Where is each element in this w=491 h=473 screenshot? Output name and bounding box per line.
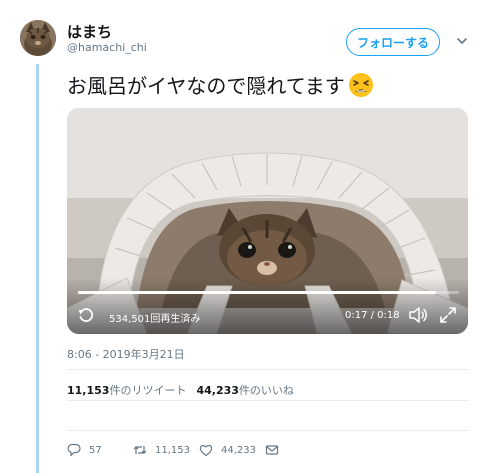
likes-label: 件のいいね: [238, 384, 294, 397]
divider: [67, 369, 469, 370]
retweet-count: 11,153: [155, 444, 190, 456]
video-progress-bar[interactable]: [78, 291, 459, 294]
likes-stat[interactable]: 44,233 件のいいね: [196, 382, 303, 398]
divider: [67, 400, 469, 401]
avatar[interactable]: [20, 20, 56, 56]
tweet-text-row: お風呂がイヤなので隠れてます: [67, 70, 374, 99]
reply-count: 57: [89, 444, 102, 456]
replay-icon[interactable]: [77, 306, 95, 324]
video-time: 0:17 / 0:18: [345, 310, 400, 321]
thread-line: [36, 64, 39, 473]
retweets-label: 件のリツイート: [109, 384, 187, 397]
tweet-stats: 11,153 件のリツイート 44,233 件のいいね: [67, 382, 304, 398]
fullscreen-icon[interactable]: [439, 306, 457, 324]
heart-icon: [199, 444, 213, 457]
reply-button[interactable]: 57: [67, 443, 133, 457]
reply-icon: [67, 443, 81, 457]
retweet-icon: [133, 446, 147, 454]
cat-avatar-image: [20, 20, 56, 56]
retweets-stat[interactable]: 11,153 件のリツイート: [67, 382, 196, 398]
retweet-button[interactable]: 11,153: [133, 443, 199, 457]
video-frame-image: [67, 108, 468, 334]
volume-icon[interactable]: [408, 305, 428, 325]
like-button[interactable]: 44,233: [199, 443, 265, 457]
video-progress-fill: [78, 291, 437, 294]
user-display-name[interactable]: はまち: [67, 21, 112, 42]
video-player[interactable]: 534,501回再生済み 0:17 / 0:18: [67, 108, 468, 334]
tired-face-emoji-icon: [348, 72, 373, 97]
follow-button[interactable]: フォローする: [346, 28, 440, 56]
likes-count: 44,233: [196, 384, 239, 397]
tweet-timestamp[interactable]: 8:06 - 2019年3月21日: [67, 346, 185, 362]
envelope-icon: [265, 445, 279, 455]
retweets-count: 11,153: [67, 384, 110, 397]
view-count: 534,501回再生済み: [109, 314, 201, 325]
tweet-actions: 57 11,153 44,233: [67, 443, 287, 457]
user-handle[interactable]: @hamachi_chi: [67, 41, 147, 54]
divider: [67, 430, 469, 431]
like-count: 44,233: [221, 444, 256, 456]
tweet-text: お風呂がイヤなので隠れてます: [67, 74, 345, 98]
direct-message-button[interactable]: [265, 443, 287, 457]
chevron-down-icon[interactable]: [455, 34, 469, 48]
